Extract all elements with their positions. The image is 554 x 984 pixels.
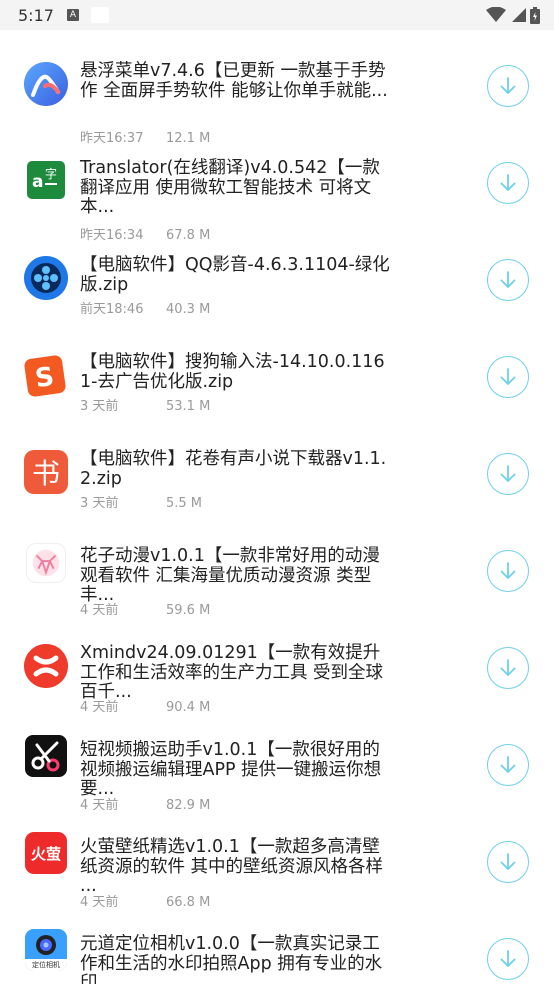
- item-title: 【电脑软件】花卷有声小说下载器v1.1.2.zip: [80, 449, 387, 489]
- item-title: 【电脑软件】QQ影音-4.6.3.1104-绿化版.zip: [80, 255, 390, 295]
- item-title: 元道定位相机v1.0.0【一款真实记录工作和生活的水印拍照App 拥有专业的水印…: [80, 934, 383, 984]
- download-arrow-icon: [500, 77, 516, 94]
- item-size: 5.5 M: [166, 496, 203, 511]
- battery-icon: [530, 6, 540, 24]
- download-button[interactable]: [487, 841, 529, 883]
- scissors-icon: [25, 735, 67, 777]
- list-item[interactable]: 定位相机 元道定位相机v1.0.0【一款真实记录工作和生活的水印拍照App 拥有…: [0, 927, 554, 984]
- app-list: 悬浮菜单v7.4.6【已更新 一款基于手势作 全面屏手势软件 能够让你单手就能.…: [0, 54, 554, 984]
- item-date: 4 天前: [80, 700, 119, 715]
- download-arrow-icon: [500, 950, 516, 967]
- translator-icon: a字: [27, 161, 65, 199]
- floating-menu-icon: [24, 62, 68, 106]
- download-arrow-icon: [500, 562, 516, 579]
- download-arrow-icon: [500, 465, 516, 482]
- signal-icon: [512, 8, 526, 22]
- list-item[interactable]: 火萤 火萤壁纸精选v1.0.1【一款超多高清壁纸资源的软件 其中的壁纸资源风格各…: [0, 830, 554, 927]
- download-button[interactable]: [487, 550, 529, 592]
- item-date: 4 天前: [80, 603, 119, 618]
- status-icons: [486, 6, 540, 24]
- item-title: 【电脑软件】搜狗输入法-14.10.0.1161-去广告优化版.zip: [80, 352, 385, 392]
- item-meta: 4 天前 66.8 M: [80, 891, 210, 910]
- camera-icon-label: 定位相机: [25, 959, 67, 971]
- download-button[interactable]: [487, 744, 529, 786]
- download-button[interactable]: [487, 647, 529, 689]
- sogou-input-icon: S: [23, 354, 67, 398]
- download-arrow-icon: [500, 659, 516, 676]
- download-arrow-icon: [500, 853, 516, 870]
- download-arrow-icon: [500, 368, 516, 385]
- item-size: 90.4 M: [166, 700, 211, 715]
- item-size: 66.8 M: [166, 895, 211, 910]
- list-item[interactable]: 短视频搬运助手v1.0.1【一款很好用的视频搬运编辑理APP 提供一键搬运你想要…: [0, 733, 554, 830]
- list-item[interactable]: S 【电脑软件】搜狗输入法-14.10.0.1161-去广告优化版.zip 3 …: [0, 345, 554, 442]
- item-title: Xmindv24.09.01291【一款有效提升工作和生活效率的生产力工具 受到…: [80, 643, 384, 702]
- download-button[interactable]: [487, 938, 529, 980]
- item-meta: 前天18:46 40.3 M: [80, 298, 210, 317]
- item-date: 3 天前: [80, 496, 119, 511]
- item-size: 12.1 M: [166, 131, 211, 146]
- item-title: 火萤壁纸精选v1.0.1【一款超多高清壁纸资源的软件 其中的壁纸资源风格各样 .…: [80, 837, 384, 896]
- item-meta: 3 天前 5.5 M: [80, 492, 202, 511]
- list-item[interactable]: 悬浮菜单v7.4.6【已更新 一款基于手势作 全面屏手势软件 能够让你单手就能.…: [0, 54, 554, 151]
- item-meta: 昨天16:37 12.1 M: [80, 127, 210, 146]
- item-date: 4 天前: [80, 895, 119, 910]
- status-bar: 5:17 A: [0, 0, 554, 30]
- item-date: 昨天16:34: [80, 228, 144, 243]
- download-button[interactable]: [487, 162, 529, 204]
- firefly-icon-text: 火萤: [30, 844, 61, 863]
- list-item[interactable]: a字 Translator(在线翻译)v4.0.542【一款翻译应用 使用微软工…: [0, 151, 554, 248]
- download-arrow-icon: [500, 174, 516, 191]
- list-item[interactable]: Xmindv24.09.01291【一款有效提升工作和生活效率的生产力工具 受到…: [0, 636, 554, 733]
- item-size: 40.3 M: [166, 302, 211, 317]
- download-button[interactable]: [487, 356, 529, 398]
- list-item[interactable]: 书 【电脑软件】花卷有声小说下载器v1.1.2.zip 3 天前 5.5 M: [0, 442, 554, 539]
- keyboard-notification-icon: A: [67, 9, 79, 21]
- item-title: 悬浮菜单v7.4.6【已更新 一款基于手势作 全面屏手势软件 能够让你单手就能.…: [80, 61, 388, 101]
- svg-text:字: 字: [45, 166, 57, 181]
- book-icon-glyph: 书: [31, 457, 60, 490]
- book-icon: 书: [24, 450, 68, 494]
- svg-text:a: a: [32, 172, 43, 192]
- item-date: 前天18:46: [80, 302, 144, 317]
- list-item[interactable]: 【电脑软件】QQ影音-4.6.3.1104-绿化版.zip 前天18:46 40.…: [0, 248, 554, 345]
- item-title: Translator(在线翻译)v4.0.542【一款翻译应用 使用微软工智能技…: [80, 158, 380, 217]
- list-item[interactable]: 花子动漫v1.0.1【一款非常好用的动漫观看软件 汇集海量优质动漫资源 类型丰.…: [0, 539, 554, 636]
- item-date: 昨天16:37: [80, 131, 144, 146]
- download-arrow-icon: [500, 756, 516, 773]
- svg-text:S: S: [33, 362, 56, 394]
- item-size: 67.8 M: [166, 228, 211, 243]
- item-meta: 3 天前 53.1 M: [80, 395, 210, 414]
- download-arrow-icon: [500, 271, 516, 288]
- download-button[interactable]: [487, 65, 529, 107]
- status-time: 5:17: [18, 6, 54, 25]
- item-meta: 4 天前 90.4 M: [80, 696, 210, 715]
- anime-icon: [26, 543, 66, 583]
- item-meta: 4 天前 82.9 M: [80, 794, 210, 813]
- item-size: 59.6 M: [166, 603, 211, 618]
- item-meta: 4 天前 59.6 M: [80, 599, 210, 618]
- item-date: 4 天前: [80, 798, 119, 813]
- camera-icon: 定位相机: [25, 929, 67, 971]
- item-size: 82.9 M: [166, 798, 211, 813]
- item-title: 花子动漫v1.0.1【一款非常好用的动漫观看软件 汇集海量优质动漫资源 类型丰.…: [80, 546, 380, 605]
- qq-player-icon: [24, 256, 68, 300]
- firefly-icon: 火萤: [25, 832, 67, 874]
- item-title: 短视频搬运助手v1.0.1【一款很好用的视频搬运编辑理APP 提供一键搬运你想要…: [80, 740, 382, 799]
- item-date: 3 天前: [80, 399, 119, 414]
- download-button[interactable]: [487, 259, 529, 301]
- notification-icon: [91, 7, 109, 23]
- item-meta: 昨天16:34 67.8 M: [80, 224, 210, 243]
- wifi-icon: [486, 7, 506, 22]
- xmind-icon: [24, 644, 68, 688]
- item-size: 53.1 M: [166, 399, 211, 414]
- download-button[interactable]: [487, 453, 529, 495]
